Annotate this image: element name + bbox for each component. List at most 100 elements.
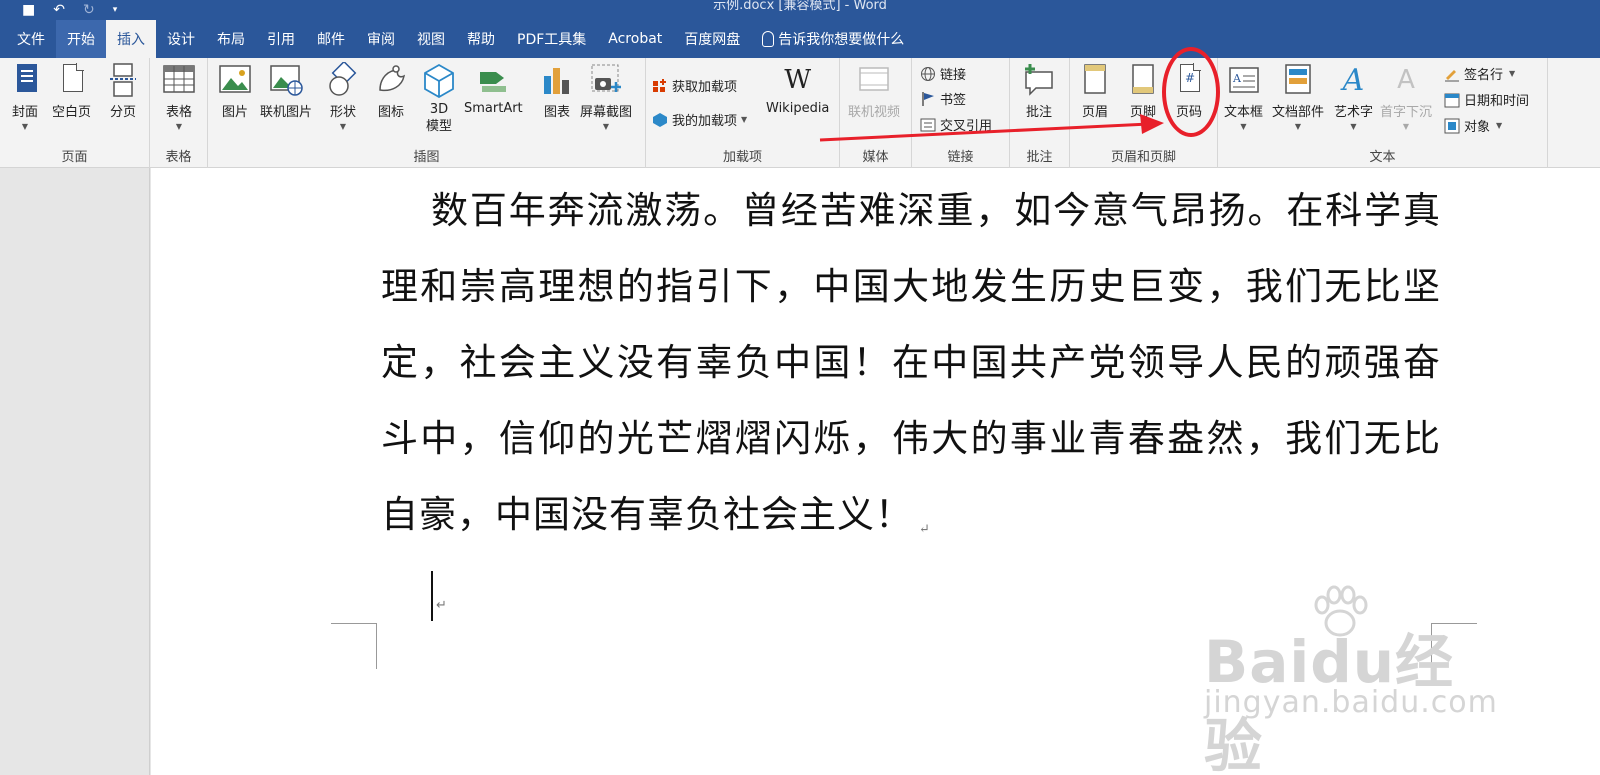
signature-icon xyxy=(1445,69,1459,81)
crop-mark xyxy=(331,623,377,669)
text-box-button[interactable]: A 文本框 ▼ xyxy=(1224,62,1263,131)
drop-cap-icon: A xyxy=(1397,65,1415,95)
film-icon xyxy=(859,67,889,91)
signature-line-button[interactable]: 签名行 ▼ xyxy=(1444,64,1515,83)
baidu-jingyan-watermark: Baidu经验 jingyan.baidu.com xyxy=(1200,585,1497,775)
get-addins-button[interactable]: 获取加载项 xyxy=(652,76,737,95)
page-break-button[interactable]: 分页 xyxy=(106,62,140,120)
chevron-down-icon: ▼ xyxy=(21,122,29,131)
chevron-down-icon: ▼ xyxy=(1402,122,1410,131)
group-label-media: 媒体 xyxy=(862,150,889,165)
store-icon xyxy=(653,78,666,92)
paragraph-mark-icon: ↵ xyxy=(436,598,447,613)
cross-reference-button[interactable]: 交叉引用 xyxy=(920,115,992,134)
group-label-pages: 页面 xyxy=(61,150,88,165)
left-canvas-area xyxy=(0,168,150,775)
tell-me-search[interactable]: 告诉我你想要做什么 xyxy=(751,20,915,58)
cube-icon xyxy=(424,63,454,99)
chevron-down-icon: ▼ xyxy=(339,122,347,131)
tab-baidu-netdisk[interactable]: 百度网盘 xyxy=(673,20,751,58)
globe-link-icon xyxy=(921,66,935,81)
object-button[interactable]: 对象 ▼ xyxy=(1444,116,1502,135)
group-label-header-footer: 页眉和页脚 xyxy=(1110,150,1176,165)
table-button[interactable]: 表格 ▼ xyxy=(162,62,196,131)
group-comments: 批注 批注 xyxy=(1010,58,1070,168)
tab-layout[interactable]: 布局 xyxy=(206,20,256,58)
icons-button[interactable]: 图标 xyxy=(374,62,408,120)
chevron-down-icon: ▼ xyxy=(1509,69,1516,78)
text-cursor xyxy=(431,571,433,621)
my-addins-button[interactable]: 我的加载项 ▼ xyxy=(652,110,747,129)
bookmark-button[interactable]: 书签 xyxy=(920,89,966,108)
tab-view[interactable]: 视图 xyxy=(406,20,456,58)
online-picture-icon xyxy=(270,65,303,96)
quick-parts-icon xyxy=(1285,64,1311,94)
chart-icon xyxy=(544,68,569,94)
group-text: A 文本框 ▼ 文档部件 ▼ A 艺术字 ▼ A 首字下沉 ▼ 签名行 ▼ 日期… xyxy=(1218,58,1548,168)
online-video-button[interactable]: 联机视频 xyxy=(848,62,900,120)
tab-mailings[interactable]: 邮件 xyxy=(306,20,356,58)
lightbulb-icon xyxy=(762,31,775,47)
tab-references[interactable]: 引用 xyxy=(256,20,306,58)
screenshot-icon xyxy=(591,64,621,92)
tab-insert[interactable]: 插入 xyxy=(106,20,156,58)
group-illustrations: 图片 联机图片 形状 ▼ 图标 3D 模型 SmartArt 图表 屏幕截图 ▼… xyxy=(208,58,646,168)
link-button[interactable]: 链接 xyxy=(920,64,966,83)
group-media: 联机视频 媒体 xyxy=(840,58,912,168)
quick-parts-button[interactable]: 文档部件 ▼ xyxy=(1272,62,1324,131)
group-links: 链接 书签 交叉引用 链接 xyxy=(912,58,1010,168)
chevron-down-icon: ▼ xyxy=(1496,121,1503,130)
date-time-button[interactable]: 日期和时间 xyxy=(1444,90,1529,109)
group-addins: 获取加载项 我的加载项 ▼ W Wikipedia 加载项 xyxy=(646,58,840,168)
cover-page-icon xyxy=(17,64,37,92)
header-icon xyxy=(1084,64,1106,94)
window-title: 示例.docx [兼容模式] - Word xyxy=(713,0,887,13)
document-paragraph[interactable]: 数百年奔流激荡。曾经苦难深重，如今意气昂扬。在科学真理和崇高理想的指引下，中国大… xyxy=(381,173,1441,568)
shapes-icon xyxy=(329,60,357,96)
pictures-button[interactable]: 图片 xyxy=(218,62,252,120)
tab-file[interactable]: 文件 xyxy=(6,20,56,58)
paragraph-mark-icon: ↵ xyxy=(919,522,931,537)
cover-page-button[interactable]: 封面 ▼ xyxy=(8,62,42,131)
footer-button[interactable]: 页脚 xyxy=(1126,62,1160,120)
my-addins-icon xyxy=(653,112,667,127)
tab-help[interactable]: 帮助 xyxy=(456,20,506,58)
ribbon: 封面 ▼ 空白页 分页 页面 表格 ▼ 表格 图片 联机图片 形状 ▼ 图标 3… xyxy=(0,58,1600,168)
tab-design[interactable]: 设计 xyxy=(156,20,206,58)
chevron-down-icon: ▼ xyxy=(1240,122,1247,131)
tell-me-label: 告诉我你想要做什么 xyxy=(778,32,905,48)
bookmark-flag-icon xyxy=(922,91,934,106)
screenshot-button[interactable]: 屏幕截图 ▼ xyxy=(580,62,632,131)
shapes-button[interactable]: 形状 ▼ xyxy=(326,60,360,131)
tab-review[interactable]: 审阅 xyxy=(356,20,406,58)
wordart-button[interactable]: A 艺术字 ▼ xyxy=(1334,62,1373,132)
calendar-icon xyxy=(1444,93,1460,107)
picture-icon xyxy=(219,65,251,93)
new-comment-button[interactable]: 批注 xyxy=(1022,62,1056,120)
smartart-icon xyxy=(480,72,507,92)
group-label-comments: 批注 xyxy=(1026,150,1053,165)
online-pictures-button[interactable]: 联机图片 xyxy=(260,62,312,120)
3d-models-button[interactable]: 3D 模型 xyxy=(422,62,456,135)
group-label-illustrations: 插图 xyxy=(413,150,440,165)
smartart-button[interactable]: SmartArt xyxy=(464,62,523,116)
header-button[interactable]: 页眉 xyxy=(1078,62,1112,120)
comment-icon xyxy=(1025,64,1053,96)
cross-reference-icon xyxy=(920,118,936,131)
tab-acrobat[interactable]: Acrobat xyxy=(597,20,673,58)
group-pages: 封面 ▼ 空白页 分页 页面 xyxy=(0,58,150,168)
drop-cap-button[interactable]: A 首字下沉 ▼ xyxy=(1380,62,1432,131)
icons-icon xyxy=(379,65,406,92)
chevron-down-icon: ▼ xyxy=(741,115,748,124)
wikipedia-button[interactable]: W Wikipedia xyxy=(766,62,829,116)
chevron-down-icon: ▼ xyxy=(175,122,183,131)
blank-page-button[interactable]: 空白页 xyxy=(52,62,91,120)
chevron-down-icon: ▼ xyxy=(1294,122,1302,131)
chart-button[interactable]: 图表 xyxy=(540,62,574,120)
tab-home[interactable]: 开始 xyxy=(56,20,106,58)
group-label-links: 链接 xyxy=(947,150,974,165)
tab-pdf-tools[interactable]: PDF工具集 xyxy=(506,20,597,58)
wordart-icon: A xyxy=(1342,62,1365,98)
watermark-url: jingyan.baidu.com xyxy=(1204,685,1498,720)
ribbon-tab-bar: 文件 开始 插入 设计 布局 引用 邮件 审阅 视图 帮助 PDF工具集 Acr… xyxy=(0,20,1600,58)
